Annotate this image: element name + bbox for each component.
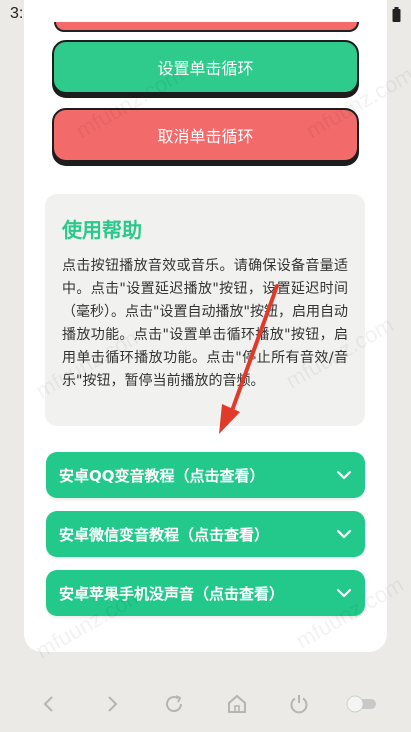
partial-button-top[interactable] <box>54 22 359 32</box>
dropdown-apple-no-sound[interactable]: 安卓苹果手机没声音（点击查看） <box>46 570 365 616</box>
home-icon <box>227 694 246 713</box>
power-button[interactable] <box>281 686 317 722</box>
chevron-down-icon <box>336 588 352 598</box>
power-icon <box>290 695 308 714</box>
refresh-icon <box>166 695 183 713</box>
dropdown-label: 安卓QQ变音教程（点击查看） <box>59 466 265 485</box>
cancel-single-loop-label: 取消单击循环 <box>157 127 254 146</box>
chevron-down-icon <box>336 470 352 480</box>
set-single-loop-label: 设置单击循环 <box>157 59 254 78</box>
refresh-button[interactable] <box>156 686 192 722</box>
help-section: 使用帮助 点击按钮播放音效或音乐。请确保设备音量适中。点击"设置延迟播放"按钮，… <box>45 194 365 426</box>
chevron-down-icon <box>336 529 352 539</box>
back-icon <box>43 696 53 712</box>
set-single-loop-button[interactable]: 设置单击循环 <box>52 40 359 94</box>
battery-icon <box>392 6 401 22</box>
dropdown-qq-tutorial[interactable]: 安卓QQ变音教程（点击查看） <box>46 452 365 498</box>
home-button[interactable] <box>219 686 255 722</box>
help-text: 点击按钮播放音效或音乐。请确保设备音量适中。点击"设置延迟播放"按钮，设置延迟时… <box>62 258 348 389</box>
forward-icon <box>108 696 118 712</box>
toggle-icon <box>346 695 376 713</box>
help-title: 使用帮助 <box>62 218 142 242</box>
dropdown-label: 安卓苹果手机没声音（点击查看） <box>59 584 285 603</box>
toggle-switch[interactable] <box>344 686 380 722</box>
cancel-single-loop-button[interactable]: 取消单击循环 <box>52 108 359 162</box>
back-button[interactable] <box>31 686 67 722</box>
dropdown-label: 安卓微信变音教程（点击查看） <box>59 525 270 544</box>
dropdown-wechat-tutorial[interactable]: 安卓微信变音教程（点击查看） <box>46 511 365 557</box>
bottom-navigation-bar <box>0 676 411 732</box>
forward-button[interactable] <box>94 686 130 722</box>
